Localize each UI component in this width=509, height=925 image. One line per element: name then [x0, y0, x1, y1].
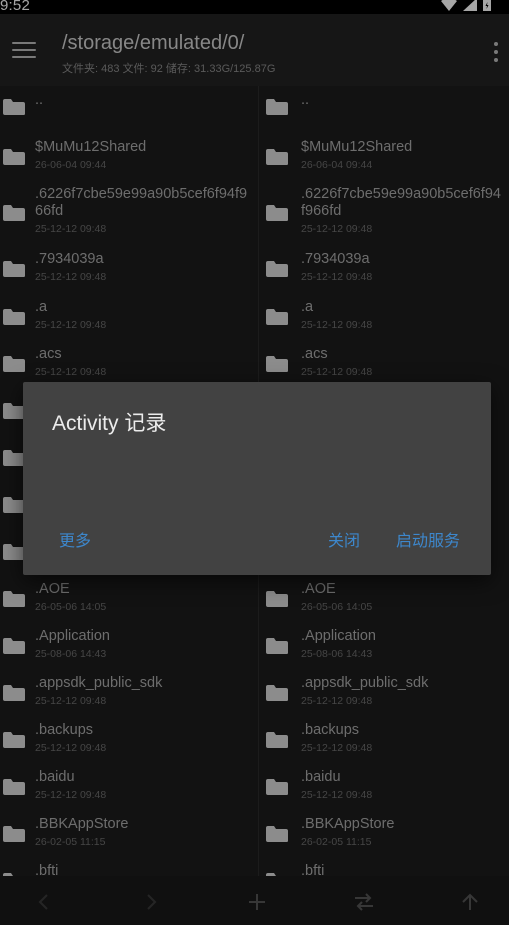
dialog-title: Activity 记录: [52, 412, 167, 435]
start-service-button[interactable]: 启动服务: [396, 527, 460, 551]
more-button[interactable]: 更多: [59, 527, 91, 551]
activity-dialog: Activity 记录 更多 关闭 启动服务: [23, 382, 491, 575]
close-button[interactable]: 关闭: [328, 527, 360, 551]
